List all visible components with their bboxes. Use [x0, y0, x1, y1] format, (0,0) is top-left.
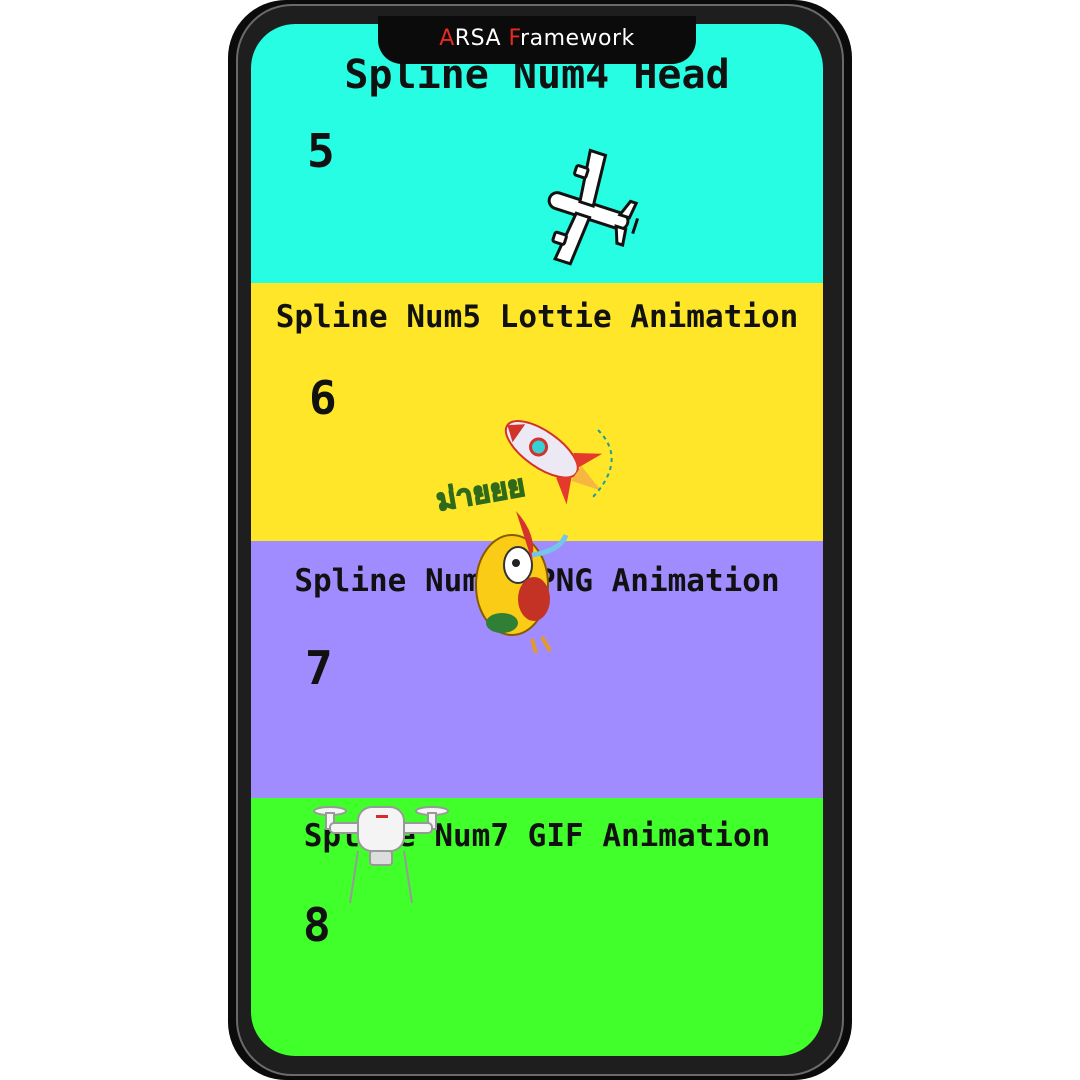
- band-number: 7: [305, 641, 333, 695]
- bird-character-icon: [475, 511, 569, 654]
- airplane-icon: [547, 148, 640, 266]
- band-title: Spline Num5 Lottie Animation: [275, 299, 799, 335]
- band-number: 5: [307, 124, 335, 178]
- drone-icon: [313, 806, 449, 904]
- notch: ARSA Framework: [378, 16, 696, 64]
- band-number: 6: [309, 371, 337, 425]
- app-title: ARSA Framework: [439, 26, 635, 51]
